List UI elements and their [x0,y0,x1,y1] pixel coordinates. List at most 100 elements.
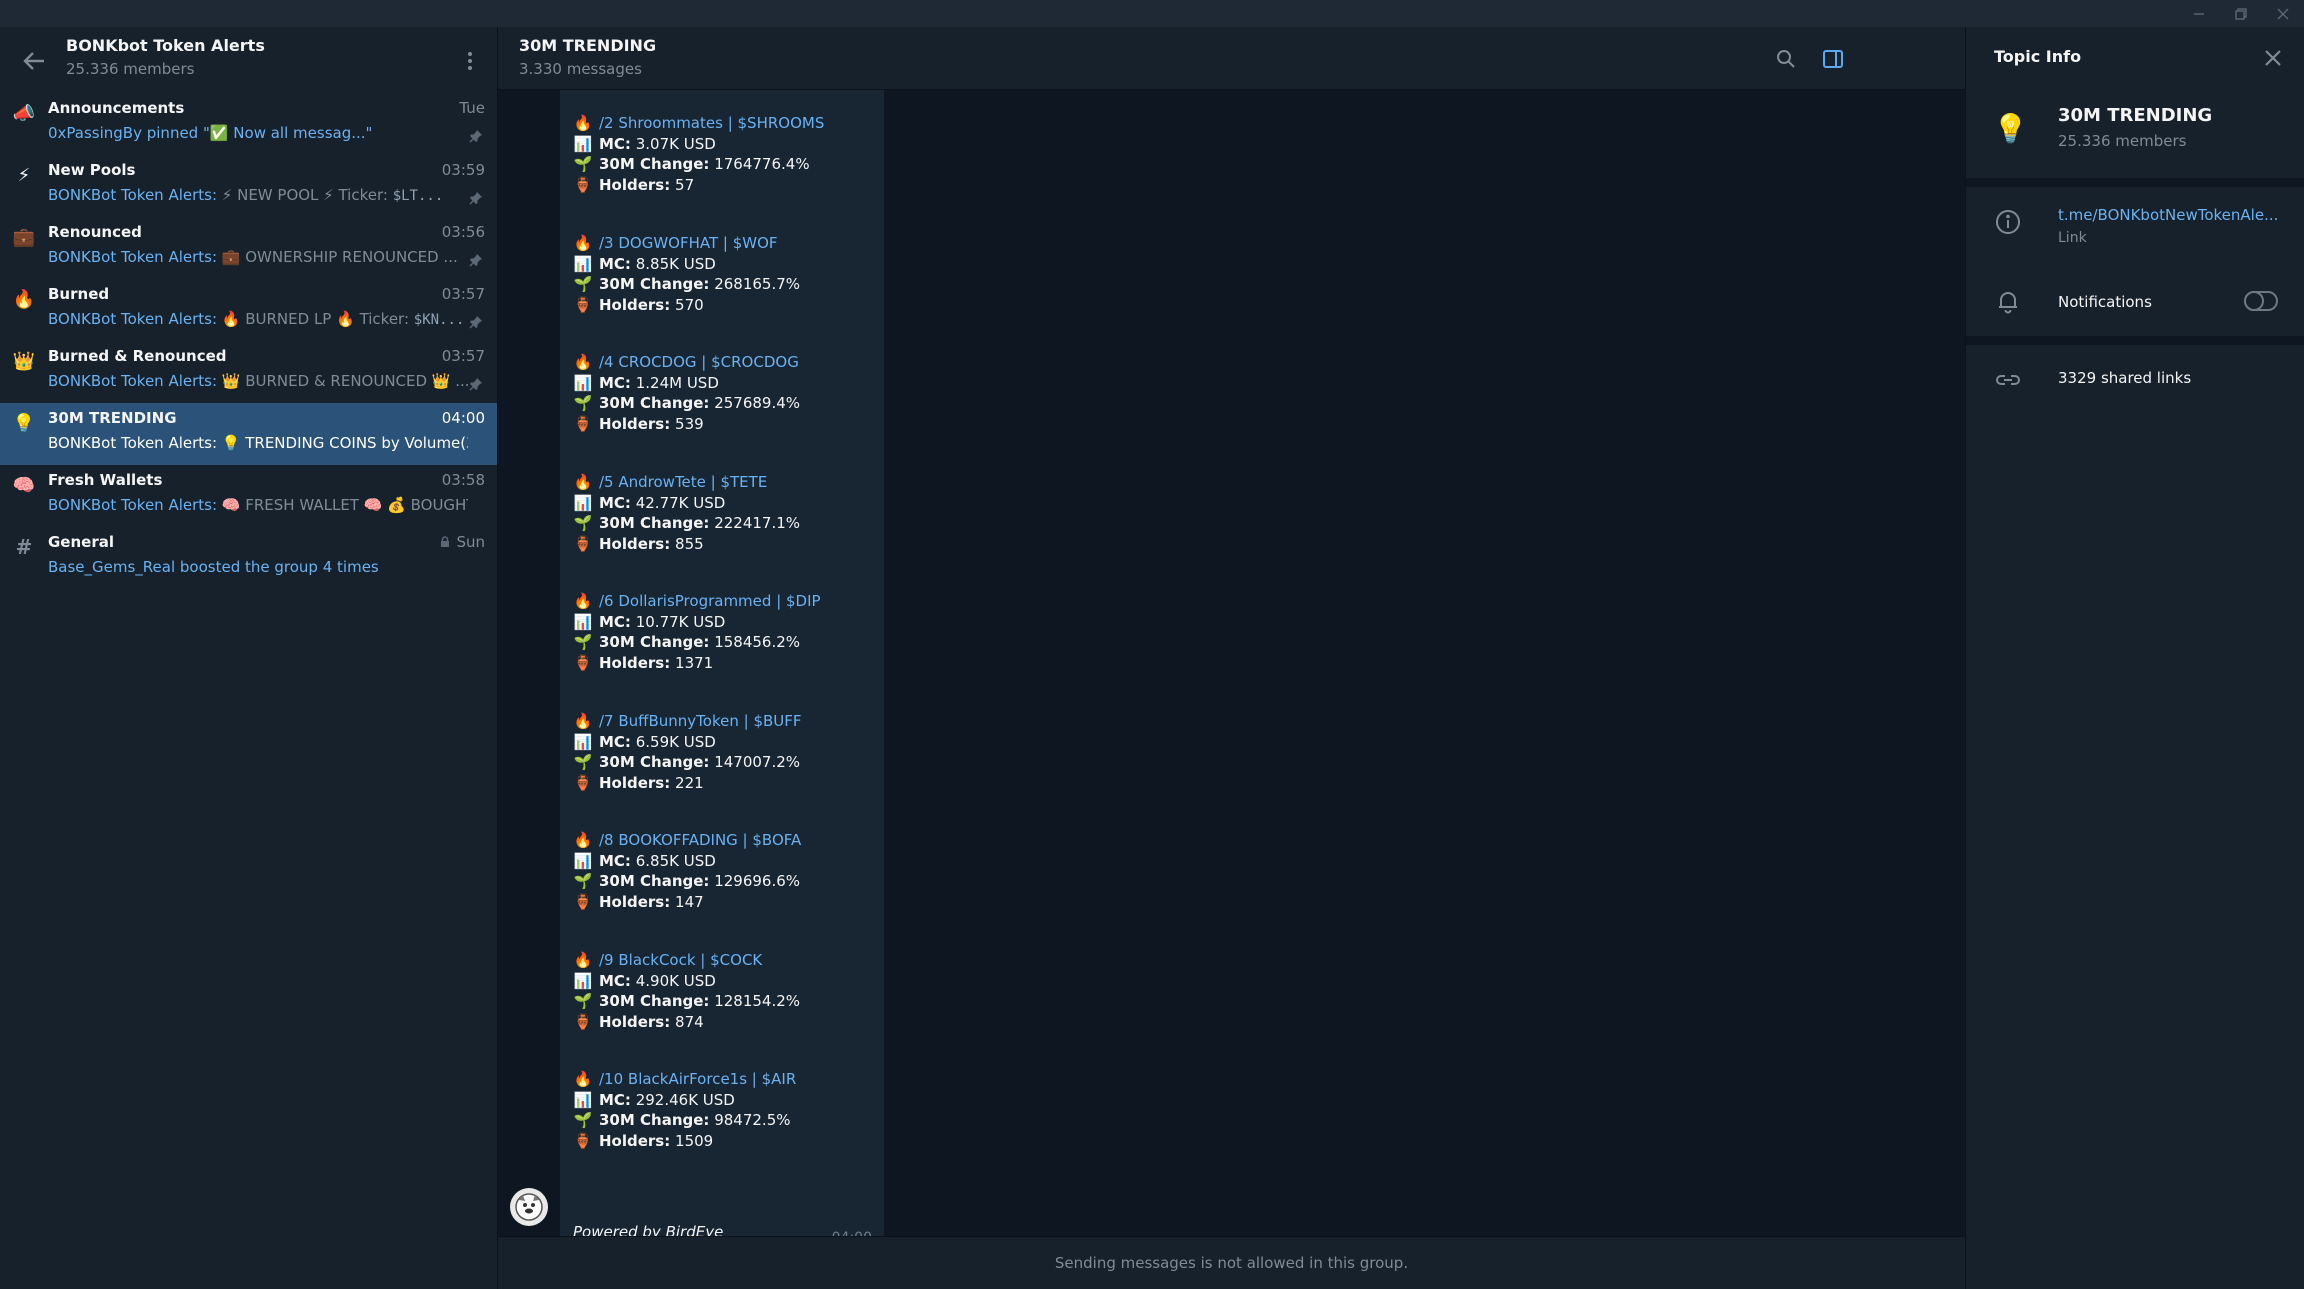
topic-link[interactable]: t.me/BONKbotNewTokenAle... [2058,206,2278,224]
close-icon [2265,50,2281,66]
preview-part: 🧠 FRESH WALLET 🧠 💰 BOUGHT F... [221,496,468,514]
group-member-count: 25.336 members [66,60,195,78]
topic-name: 30M TRENDING [2058,105,2213,126]
token-link[interactable]: /4 CROCDOG | $CROCDOG [599,353,799,371]
notifications-label: Notifications [2058,293,2152,311]
token-link[interactable]: /5 AndrowTete | $TETE [599,473,767,491]
field-value: 1371 [675,653,714,672]
link-icon [1993,365,2023,395]
bar-chart-icon: 📊 [573,254,593,273]
field-label: 30M Change: [599,753,710,771]
entry-link-line[interactable]: 🔥 /4 CROCDOG | $CROCDOG [572,352,882,373]
preview-part: 💼 OWNERSHIP RENOUNCED ... [221,248,458,266]
field-label: MC: [599,971,631,990]
token-link[interactable]: /7 BuffBunnyToken | $BUFF [599,712,802,730]
notifications-toggle[interactable] [2244,291,2278,311]
seedling-icon: 🌱 [573,1111,593,1129]
preview-part: $KN... [413,312,465,328]
field-label: MC: [599,373,631,392]
entry-link-line[interactable]: 🔥 /8 BOOKOFFADING | $BOFA [572,830,882,851]
topic-item[interactable]: 💡 30M TRENDING 04:00 BONKBot Token Alerts: … [0,403,497,465]
entry-mc-line: 📊 MC: 8.85K USD [572,254,882,275]
seedling-icon: 🌱 [573,155,593,173]
field-value: 158456.2% [714,633,801,651]
topic-time: 03:57 [442,285,485,303]
entry-link-line[interactable]: 🔥 /5 AndrowTete | $TETE [572,472,882,493]
token-link[interactable]: /2 Shroommates | $SHROOMS [599,114,824,132]
bot-avatar[interactable] [510,1188,548,1226]
bar-chart-icon: 📊 [573,612,593,631]
window-close-button[interactable] [2262,0,2304,27]
field-label: 30M Change: [599,275,710,293]
entry-mc-line: 📊 MC: 1.24M USD [572,373,882,394]
entry-link-line[interactable]: 🔥 /10 BlackAirForce1s | $AIR [572,1069,882,1090]
message-bubble[interactable]: 🔥 /2 Shroommates | $SHROOMS 📊 MC: 3.07K USD… [560,90,884,1250]
topic-item[interactable]: 👑 Burned & Renounced 03:57 BONKBot Token Al… [0,341,497,403]
field-value: 147 [675,892,704,911]
topic-time: 03:56 [442,223,485,241]
close-info-button[interactable] [2260,45,2286,71]
pin-icon [469,314,483,329]
topic-time: Tue [459,99,485,117]
trending-entry: 🔥 /8 BOOKOFFADING | $BOFA 📊 MC: 6.85K USD 🌱 3… [572,830,882,912]
entry-holders-line: 🏺 Holders: 147 [572,892,882,913]
field-value: 42.77K USD [635,493,726,512]
topic-item[interactable]: 💼 Renounced 03:56 BONKBot Token Alerts: 💼 O… [0,217,497,279]
token-link[interactable]: /3 DOGWOFHAT | $WOF [599,234,778,252]
minimize-button[interactable] [2178,0,2220,27]
token-link[interactable]: /9 BlackCock | $COCK [599,951,762,969]
more-button[interactable] [455,45,485,77]
field-label: 30M Change: [599,394,710,412]
entry-mc-line: 📊 MC: 6.59K USD [572,732,882,753]
search-icon [1777,50,1795,68]
chat-message-count: 3.330 messages [519,60,642,78]
shared-links-row[interactable]: 3329 shared links [2058,369,2191,387]
field-label: Holders: [599,773,671,792]
field-label: MC: [599,134,631,153]
seedling-icon: 🌱 [573,753,593,771]
topics-sidebar: BONKbot Token Alerts 25.336 members 📣 Ann… [0,27,498,1289]
topic-item[interactable]: 📣 Announcements Tue 0xPassingBy pinned "✅ N… [0,93,497,155]
topic-item[interactable]: 🧠 Fresh Wallets 03:58 BONKBot Token Alerts:… [0,465,497,527]
restore-button[interactable] [2220,0,2262,27]
topic-time-text: 04:00 [441,409,485,427]
topic-item[interactable]: ⚡ New Pools 03:59 BONKBot Token Alerts: ⚡ N… [0,155,497,217]
token-link[interactable]: /10 BlackAirForce1s | $AIR [599,1070,796,1088]
topic-name: 30M TRENDING [48,409,177,427]
entry-link-line[interactable]: 🔥 /2 Shroommates | $SHROOMS [572,113,882,134]
field-label: MC: [599,254,631,273]
field-value: 57 [675,175,695,194]
briefcase-icon: 💼 [12,226,36,248]
seedling-icon: 🌱 [573,992,593,1010]
amphora-icon: 🏺 [573,653,593,672]
search-button[interactable] [1771,44,1801,74]
preview-part: 0xPassingBy pinned "✅ Now all messag..." [48,124,373,142]
field-value: 128154.2% [714,992,801,1010]
token-link[interactable]: /8 BOOKOFFADING | $BOFA [599,831,801,849]
back-button[interactable] [18,45,50,77]
entry-link-line[interactable]: 🔥 /6 DollarisProgrammed | $DIP [572,591,882,612]
more-vertical-icon [468,52,472,70]
group-title[interactable]: BONKbot Token Alerts [66,36,265,55]
dog-avatar-icon [515,1193,543,1221]
entry-link-line[interactable]: 🔥 /9 BlackCock | $COCK [572,950,882,971]
preview-part: 🔥 BURNED LP 🔥 Ticker: [221,310,414,328]
toggle-info-panel-button[interactable] [1818,44,1848,74]
topic-preview: BONKBot Token Alerts: 💡 TRENDING COINS b… [48,434,468,452]
chat-title[interactable]: 30M TRENDING [519,36,656,55]
entry-link-line[interactable]: 🔥 /7 BuffBunnyToken | $BUFF [572,711,882,732]
trending-entry: 🔥 /2 Shroommates | $SHROOMS 📊 MC: 3.07K USD… [572,113,882,195]
topic-time-text: Sun [456,533,485,551]
entry-change-line: 🌱 30M Change: 222417.1% [572,513,882,534]
composer-notice-text: Sending messages is not allowed in this … [1054,1254,1409,1272]
token-link[interactable]: /6 DollarisProgrammed | $DIP [599,592,821,610]
topic-time-text: Tue [459,99,485,117]
entry-holders-line: 🏺 Holders: 570 [572,295,882,316]
topic-time-text: 03:59 [441,161,485,179]
entry-mc-line: 📊 MC: 42.77K USD [572,493,882,514]
entry-link-line[interactable]: 🔥 /3 DOGWOFHAT | $WOF [572,233,882,254]
topic-item[interactable]: 🔥 Burned 03:57 BONKBot Token Alerts: 🔥 BURN… [0,279,497,341]
minimize-icon [2194,12,2204,15]
topic-item[interactable]: # General Sun Base_Gems_Real boosted the gr… [0,527,497,589]
field-label: MC: [599,851,631,870]
